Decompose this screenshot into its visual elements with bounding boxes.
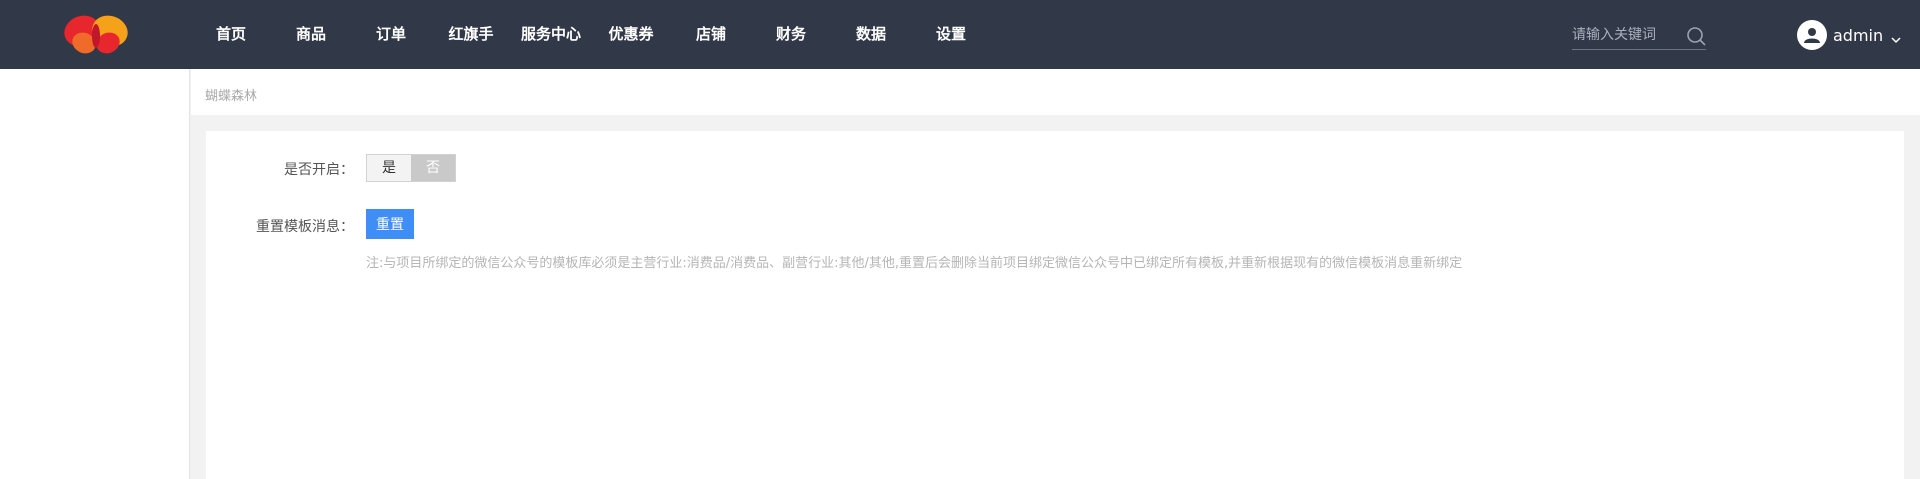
breadcrumb[interactable]: 蝴蝶森林 (205, 85, 257, 104)
reset-template-label: 重置模板消息： (256, 219, 354, 235)
nav-item-stores[interactable]: 店铺 (671, 0, 751, 69)
nav-item-home[interactable]: 首页 (191, 0, 271, 69)
nav-item-red-flag[interactable]: 红旗手 (431, 0, 511, 69)
nav-item-data[interactable]: 数据 (831, 0, 911, 69)
nav-item-service-center[interactable]: 服务中心 (511, 0, 591, 69)
search-icon[interactable] (1686, 26, 1706, 46)
nav-item-settings[interactable]: 设置 (911, 0, 991, 69)
settings-panel: 是否开启： 是 否 重置模板消息： 重置 注:与项目所绑定的微信公众号的模板库必… (206, 131, 1904, 479)
search-input[interactable] (1572, 22, 1682, 48)
user-icon (1797, 20, 1827, 50)
enable-no-option[interactable]: 否 (411, 155, 455, 181)
enable-switch: 是 否 (366, 154, 456, 182)
sidebar (0, 69, 190, 479)
nav-item-finance[interactable]: 财务 (751, 0, 831, 69)
user-menu[interactable]: admin (1797, 20, 1901, 50)
enable-yes-option[interactable]: 是 (367, 155, 411, 181)
main-nav: 首页 商品 订单 红旗手 服务中心 优惠券 店铺 财务 数据 设置 (191, 0, 991, 69)
enable-label: 是否开启： (284, 162, 354, 178)
username: admin (1833, 25, 1884, 45)
search-box (1572, 22, 1706, 50)
chevron-down-icon (1891, 30, 1901, 44)
nav-item-products[interactable]: 商品 (271, 0, 351, 69)
reset-note: 注:与项目所绑定的微信公众号的模板库必须是主营行业:消费品/消费品、副营行业:其… (366, 256, 1463, 271)
nav-item-orders[interactable]: 订单 (351, 0, 431, 69)
reset-button[interactable]: 重置 (366, 209, 414, 239)
nav-item-coupons[interactable]: 优惠券 (591, 0, 671, 69)
top-navbar: 首页 商品 订单 红旗手 服务中心 优惠券 店铺 财务 数据 设置 admin (0, 0, 1920, 69)
butterfly-logo-icon[interactable] (60, 12, 132, 56)
breadcrumb-bar: 蝴蝶森林 (191, 69, 1920, 115)
